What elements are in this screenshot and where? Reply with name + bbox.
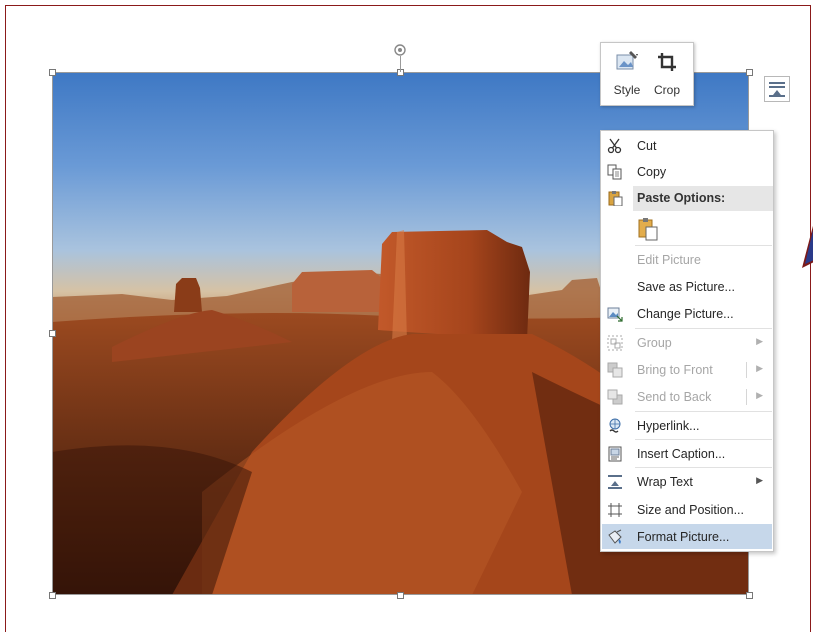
picture-style-icon [616,51,638,70]
change-picture-icon [607,306,625,322]
menu-item-label: Format Picture... [637,530,730,544]
resize-handle-bottom[interactable] [397,592,404,599]
menu-item-label: Save as Picture... [637,280,735,294]
wrap-text-icon [607,474,625,490]
resize-handle-bottom-right[interactable] [746,592,753,599]
copy-icon [607,164,625,180]
menu-item-label: Wrap Text [637,475,693,489]
split-divider [746,362,747,378]
arrow-shape-icon [802,222,813,275]
crop-button[interactable]: Crop [647,49,687,101]
menu-item-edit-picture[interactable]: Edit Picture [601,247,773,273]
menu-separator [635,328,772,329]
menu-separator [635,245,772,246]
menu-item-label: Change Picture... [637,307,734,321]
hyperlink-icon [607,418,625,434]
mini-toolbar: Style Crop [600,42,694,106]
menu-item-format-picture[interactable]: Format Picture... [601,524,773,550]
menu-item-cut[interactable]: Cut [601,133,773,159]
menu-item-label: Insert Caption... [637,447,726,461]
menu-item-paste-options-header: Paste Options: [601,185,773,211]
group-icon [607,335,625,351]
menu-item-label: Send to Back [637,390,712,404]
menu-item-group[interactable]: Group ▶ [601,330,773,356]
context-menu: Cut Copy Paste Options: Edit Picture Sav… [600,130,774,552]
menu-item-insert-caption[interactable]: Insert Caption... [601,441,773,467]
scissors-icon [607,138,625,154]
style-label: Style [613,83,641,97]
menu-item-label: Cut [637,139,657,153]
rotate-stem [400,56,401,72]
menu-item-label: Bring to Front [637,363,713,377]
submenu-arrow-icon: ▶ [756,390,763,400]
menu-item-copy[interactable]: Copy [601,159,773,185]
clipboard-icon [607,190,625,207]
layout-options-icon[interactable] [764,76,790,102]
rotate-handle-icon[interactable] [393,43,407,57]
split-divider [746,389,747,405]
menu-item-wrap-text[interactable]: Wrap Text ▶ [601,469,773,495]
crop-icon [658,53,676,71]
menu-item-label: Paste Options: [637,191,726,205]
size-position-icon [607,502,625,518]
submenu-arrow-icon: ▶ [756,363,763,373]
menu-item-bring-to-front[interactable]: Bring to Front ▶ [601,357,773,383]
menu-item-change-picture[interactable]: Change Picture... [601,301,773,327]
crop-label: Crop [653,83,680,97]
menu-item-save-as-picture[interactable]: Save as Picture... [601,274,773,300]
resize-handle-left[interactable] [49,330,56,337]
menu-item-label: Edit Picture [637,253,701,267]
send-to-back-icon [607,389,625,405]
paste-keep-source-icon [637,217,659,241]
resize-handle-top-right[interactable] [746,69,753,76]
resize-handle-bottom-left[interactable] [49,592,56,599]
menu-item-hyperlink[interactable]: Hyperlink... [601,413,773,439]
menu-item-label: Group [637,336,672,350]
menu-item-label: Size and Position... [637,503,745,517]
menu-separator [635,411,772,412]
submenu-arrow-icon: ▶ [756,475,763,485]
format-picture-icon [607,529,625,545]
style-button[interactable]: Style [607,49,647,101]
menu-item-send-to-back[interactable]: Send to Back ▶ [601,384,773,410]
menu-item-paste-keep-source[interactable] [601,213,773,243]
bring-to-front-icon [607,362,625,378]
submenu-arrow-icon: ▶ [756,336,763,346]
menu-separator [635,467,772,468]
menu-item-label: Copy [637,165,667,179]
menu-separator [635,439,772,440]
caption-icon [607,446,625,462]
menu-item-size-and-position[interactable]: Size and Position... [601,497,773,523]
resize-handle-top-left[interactable] [49,69,56,76]
menu-item-label: Hyperlink... [637,419,700,433]
